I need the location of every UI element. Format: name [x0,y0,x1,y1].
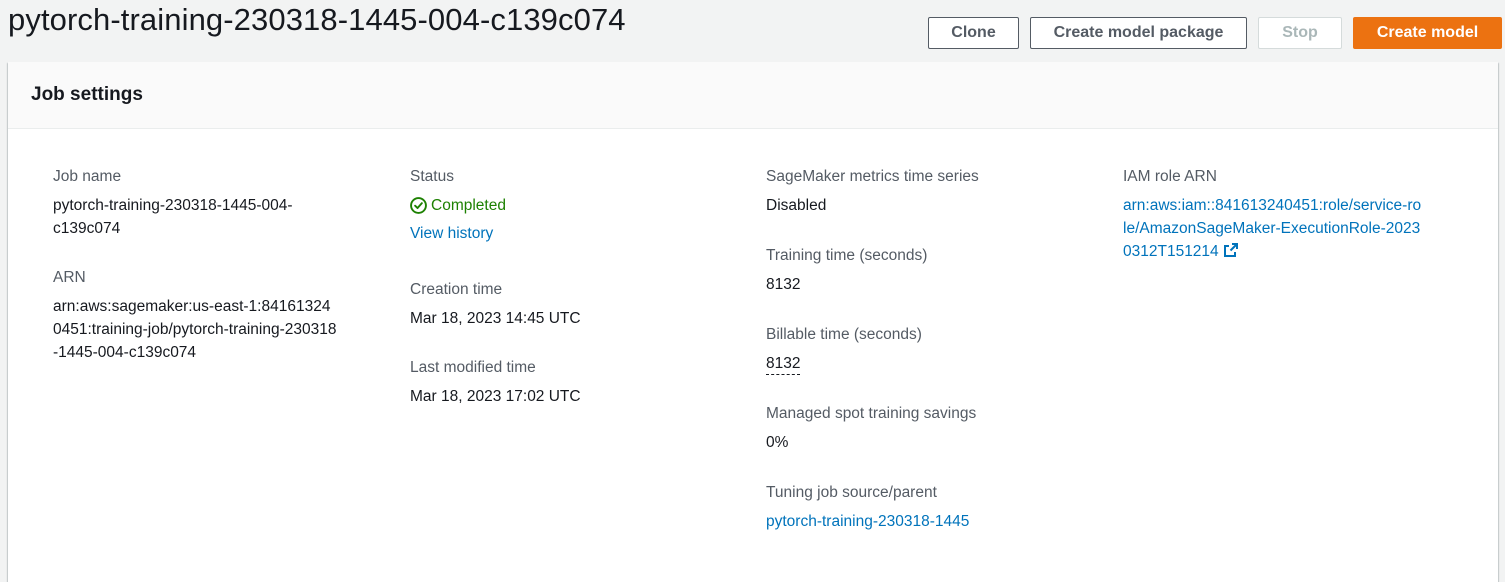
field-status: Status Completed View history [410,166,720,245]
page-title: pytorch-training-230318-1445-004-c139c07… [8,2,626,37]
stop-button: Stop [1258,17,1342,49]
metrics-time-series-value: Disabled [766,197,827,214]
tuning-job-link[interactable]: pytorch-training-230318-1445 [766,510,1076,533]
status-text: Completed [431,197,506,214]
view-history-link[interactable]: View history [410,222,720,245]
status-value: Completed [410,194,720,217]
spot-savings-value: 0% [766,434,789,451]
field-arn: ARN arn:aws:sagemaker:us-east-1:84161324… [53,267,363,364]
last-modified-time-label: Last modified time [410,359,536,376]
training-time-value: 8132 [766,276,801,293]
field-creation-time: Creation time Mar 18, 2023 14:45 UTC [410,279,720,330]
billable-time-value[interactable]: 8132 [766,354,801,375]
arn-label: ARN [53,269,86,286]
creation-time-value: Mar 18, 2023 14:45 UTC [410,310,581,327]
tuning-job-label: Tuning job source/parent [766,484,937,501]
last-modified-time-value: Mar 18, 2023 17:02 UTC [410,388,581,405]
job-name-label: Job name [53,168,122,185]
page-header: pytorch-training-230318-1445-004-c139c07… [0,0,1505,60]
creation-time-label: Creation time [410,281,503,298]
field-billable-time: Billable time (seconds) 8132 [766,324,1076,375]
field-spot-savings: Managed spot training savings 0% [766,403,1076,454]
iam-role-arn-label: IAM role ARN [1123,168,1217,185]
job-settings-panel: Job settings Job name pytorch-training-2… [8,62,1498,582]
job-name-value: pytorch-training-230318-1445-004-c139c07… [53,197,293,237]
iam-role-arn-text[interactable]: arn:aws:iam::841613240451:role/service-r… [1123,197,1421,260]
metrics-time-series-label: SageMaker metrics time series [766,168,979,185]
field-metrics-time-series: SageMaker metrics time series Disabled [766,166,1076,217]
iam-role-arn-link[interactable]: arn:aws:iam::841613240451:role/service-r… [1123,194,1423,263]
field-iam-role-arn: IAM role ARN arn:aws:iam::841613240451:r… [1123,166,1433,263]
status-label: Status [410,168,454,185]
check-circle-icon [410,197,427,214]
field-tuning-job: Tuning job source/parent pytorch-trainin… [766,482,1076,533]
panel-header: Job settings [8,62,1498,129]
arn-value: arn:aws:sagemaker:us-east-1:841613240451… [53,298,337,361]
clone-button[interactable]: Clone [928,17,1019,49]
external-link-icon [1223,243,1238,257]
field-job-name: Job name pytorch-training-230318-1445-00… [53,166,363,240]
field-training-time: Training time (seconds) 8132 [766,245,1076,296]
training-time-label: Training time (seconds) [766,247,928,264]
billable-time-label: Billable time (seconds) [766,326,922,343]
panel-title: Job settings [31,84,143,105]
spot-savings-label: Managed spot training savings [766,405,977,422]
field-last-modified-time: Last modified time Mar 18, 2023 17:02 UT… [410,357,720,408]
create-model-package-button[interactable]: Create model package [1030,17,1247,49]
billable-time-value-wrap: 8132 [766,352,1076,375]
create-model-button[interactable]: Create model [1353,17,1502,49]
